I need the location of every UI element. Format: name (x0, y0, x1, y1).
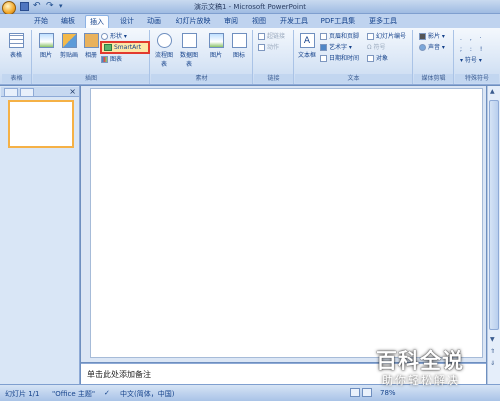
group-special-symbols: . , · ; : ! ▾ 符号 ▾ 特殊符号 (455, 30, 499, 84)
textbox-icon: A (299, 33, 315, 48)
sorter-view-button[interactable] (362, 388, 372, 397)
group-label-materials: 素材 (151, 74, 252, 83)
language-status: 中文(简体，中国) (120, 390, 175, 398)
data-chart-icon (181, 33, 197, 48)
ribbon-tabs: 开始 编板 插入 设计 动画 幻灯片放映 审阅 视图 开发工具 PDF工具集 更… (0, 14, 500, 28)
slides-tab[interactable] (4, 88, 18, 97)
icon-button[interactable]: 图标 (228, 33, 250, 59)
tab-more-tools[interactable]: 更多工具 (366, 15, 400, 28)
group-links: 超链接 动作 链接 (254, 30, 294, 84)
group-illustrations: 图片 剪贴画 相册 形状 ▾ 图表 插图 (33, 30, 150, 84)
tab-developer[interactable]: 开发工具 (277, 15, 311, 28)
slide-thumbnail[interactable] (8, 100, 74, 148)
theme-name: "Office 主题" (52, 390, 96, 398)
tab-pdf[interactable]: PDF工具集 (318, 15, 358, 28)
zoom-level: 78% (380, 389, 396, 397)
scroll-down-icon[interactable]: ▼ (490, 336, 495, 343)
flowchart-button[interactable]: 流程图表 (153, 33, 175, 68)
shapes-button[interactable]: 形状 ▾ (101, 32, 127, 41)
movie-button[interactable]: 影片 ▾ (419, 32, 445, 41)
movie-icon (419, 33, 426, 40)
normal-view-button[interactable] (350, 388, 360, 397)
symbol-grid-2[interactable]: ; : ! (460, 45, 485, 54)
group-label-table: 表格 (2, 74, 31, 83)
pane-tabs: × (1, 87, 79, 97)
chart-icon (101, 56, 108, 63)
ribbon: 表格 表格 图片 剪贴画 相册 形状 ▾ 图表 插图 流程图表 数据图表 图片 … (0, 28, 500, 85)
table-button[interactable]: 表格 (5, 33, 27, 59)
hyperlink-button[interactable]: 超链接 (258, 32, 285, 41)
sound-button[interactable]: 声音 ▾ (419, 43, 445, 52)
group-label-links: 链接 (254, 74, 293, 83)
group-table: 表格 表格 (2, 30, 32, 84)
wordart-icon (320, 44, 327, 51)
picture-icon (38, 33, 54, 48)
notes-placeholder: 单击此处添加备注 (87, 370, 151, 379)
tab-home[interactable]: 开始 (30, 15, 52, 28)
group-label-illustrations: 插图 (33, 74, 149, 83)
window-title: 演示文稿1 - Microsoft PowerPoint (193, 3, 307, 11)
tab-insert[interactable]: 插入 (85, 15, 109, 28)
tab-view[interactable]: 视图 (248, 15, 270, 28)
picture-button[interactable]: 图片 (35, 33, 57, 59)
table-icon (8, 33, 24, 48)
action-button[interactable]: 动作 (258, 43, 279, 52)
sound-icon (419, 44, 426, 51)
slide-canvas[interactable] (90, 88, 483, 358)
scroll-up-icon[interactable]: ▲ (490, 88, 495, 95)
vertical-scrollbar[interactable]: ▲ ▼ ⇑ ⇓ (487, 86, 500, 384)
slide-canvas-area (81, 86, 486, 362)
album-button[interactable]: 相册 (80, 33, 102, 59)
data-chart-button[interactable]: 数据图表 (178, 33, 200, 68)
tab-design[interactable]: 设计 (116, 15, 138, 28)
flowchart-icon (156, 33, 172, 48)
chart-button[interactable]: 图表 (101, 55, 122, 64)
action-icon (258, 44, 265, 51)
group-label-media: 媒体剪辑 (414, 74, 453, 83)
icons-icon (231, 33, 247, 48)
smartart-button[interactable]: SmartArt (100, 41, 150, 54)
group-label-text: 文本 (295, 74, 412, 83)
header-footer-button[interactable]: 页眉和页脚 (320, 32, 359, 41)
slide-count: 幻灯片 1/1 (5, 390, 40, 398)
shapes-icon (101, 33, 108, 40)
close-icon[interactable]: × (69, 87, 76, 96)
watermark-sub: 助你轻松解决 (382, 374, 460, 387)
group-text: A 文本框 页眉和页脚 艺术字 ▾ 日期和时间 幻灯片编号 Ω 符号 对象 文本 (295, 30, 413, 84)
symbol2-button[interactable]: ▾ 符号 ▾ (460, 56, 482, 65)
tab-review[interactable]: 审阅 (220, 15, 242, 28)
album-icon (83, 33, 99, 48)
tab-layout[interactable]: 编板 (57, 15, 79, 28)
watermark-logo: 百科全说 助你轻松解决 (366, 345, 500, 389)
scroll-thumb[interactable] (489, 100, 499, 330)
clipart-icon (61, 33, 77, 48)
picture2-button[interactable]: 图片 (205, 33, 227, 59)
textbox-button[interactable]: A 文本框 (296, 33, 318, 59)
tab-slideshow[interactable]: 幻灯片放映 (172, 15, 214, 28)
group-media: 影片 ▾ 声音 ▾ 媒体剪辑 (414, 30, 454, 84)
slide-number-icon (367, 33, 374, 40)
calendar-icon (320, 55, 327, 62)
symbol-grid-1[interactable]: . , · (460, 34, 485, 43)
object-icon (367, 55, 374, 62)
clipart-button[interactable]: 剪贴画 (58, 33, 80, 59)
header-footer-icon (320, 33, 327, 40)
watermark-main: 百科全说 (376, 349, 464, 373)
slide-number-button[interactable]: 幻灯片编号 (367, 32, 406, 41)
hyperlink-icon (258, 33, 265, 40)
smartart-icon (104, 44, 112, 51)
picture2-icon (208, 33, 224, 48)
object-button[interactable]: 对象 (367, 54, 388, 63)
slides-pane: × (0, 86, 80, 384)
datetime-button[interactable]: 日期和时间 (320, 54, 359, 63)
group-materials: 流程图表 数据图表 图片 图标 素材 (151, 30, 253, 84)
outline-tab[interactable] (20, 88, 34, 97)
spellcheck-icon[interactable]: ✓ (104, 389, 110, 397)
tab-animation[interactable]: 动画 (143, 15, 165, 28)
wordart-button[interactable]: 艺术字 ▾ (320, 43, 352, 52)
title-bar: ↶ ↷ ▾ 演示文稿1 - Microsoft PowerPoint (0, 0, 500, 15)
group-label-symbols: 特殊符号 (455, 74, 499, 83)
symbol-button[interactable]: Ω 符号 (367, 43, 386, 52)
